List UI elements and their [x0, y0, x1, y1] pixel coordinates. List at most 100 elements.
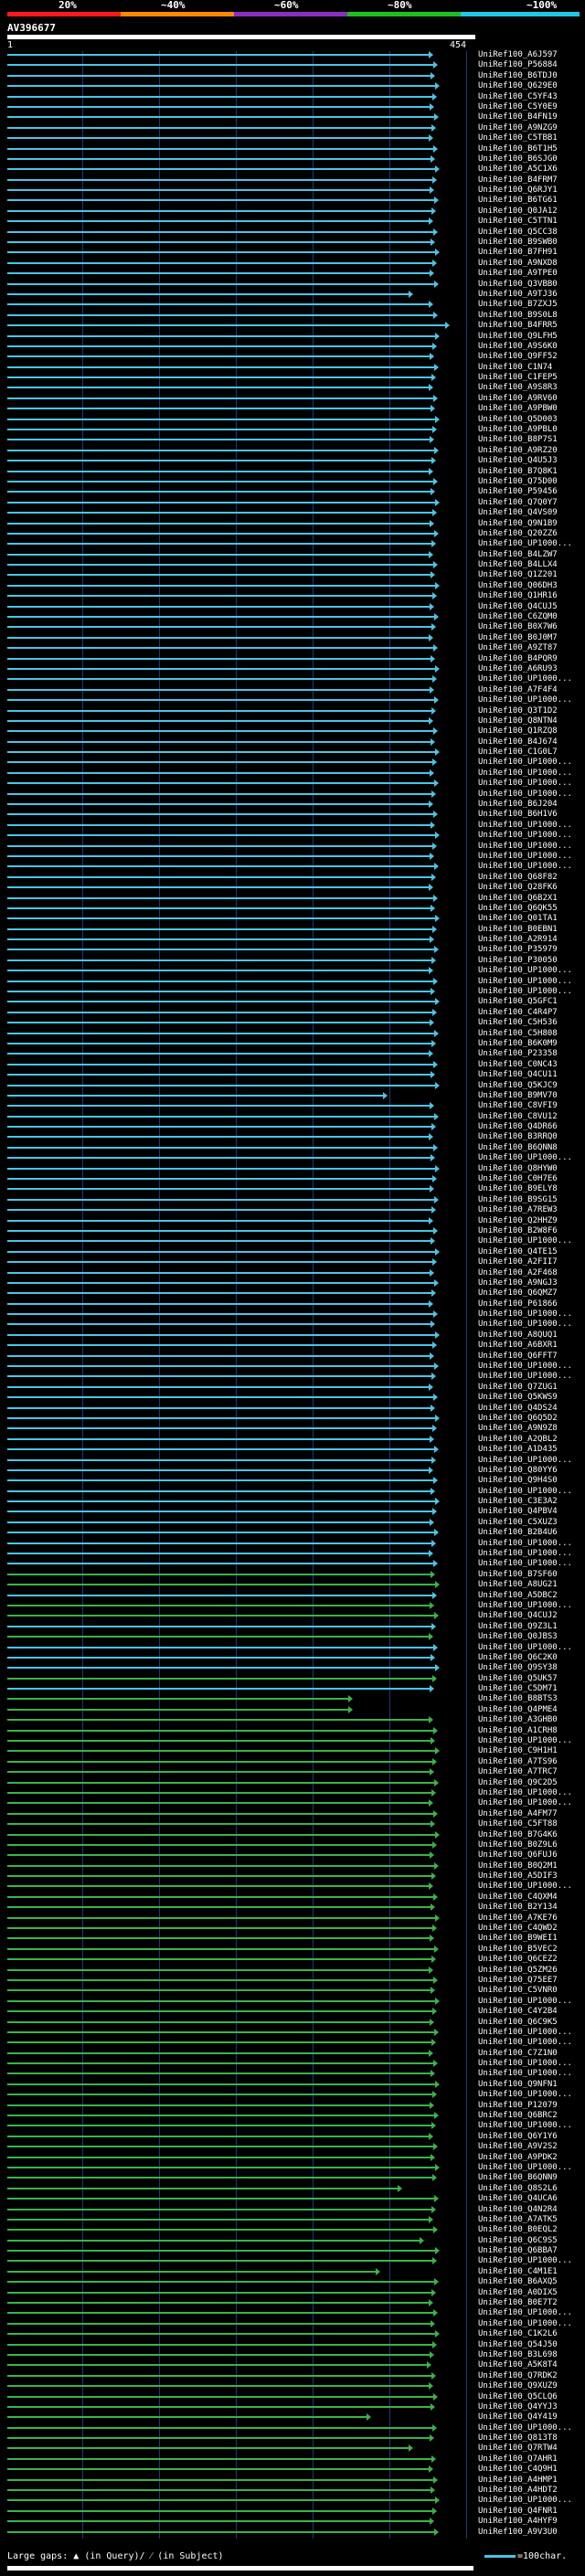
hit-row[interactable]: UniRef100_UP1000... — [0, 674, 585, 685]
hit-label[interactable]: UniRef100_UP1000... — [478, 769, 572, 778]
hit-label[interactable]: UniRef100_B4FRR5 — [478, 321, 558, 330]
hit-label[interactable]: UniRef100_A9RV60 — [478, 394, 558, 403]
hit-label[interactable]: UniRef100_B6H1V6 — [478, 810, 558, 819]
hit-row[interactable]: UniRef100_B7FH91 — [0, 248, 585, 259]
hit-label[interactable]: UniRef100_B4J674 — [478, 737, 558, 747]
hit-row[interactable]: UniRef100_C8VFI9 — [0, 1101, 585, 1112]
hit-label[interactable]: UniRef100_UP1000... — [478, 2319, 572, 2328]
hit-row[interactable]: UniRef100_B6QNN9 — [0, 2173, 585, 2184]
hit-label[interactable]: UniRef100_A4FM77 — [478, 1809, 558, 1818]
hit-label[interactable]: UniRef100_C6ZQM0 — [478, 612, 558, 621]
hit-label[interactable]: UniRef100_Q9N1B9 — [478, 519, 558, 528]
hit-label[interactable]: UniRef100_B9MV70 — [478, 1091, 558, 1100]
hit-label[interactable]: UniRef100_UP1000... — [478, 2496, 572, 2505]
hit-label[interactable]: UniRef100_C5VNR0 — [478, 1986, 558, 1995]
hit-label[interactable]: UniRef100_A9NGJ3 — [478, 1278, 558, 1288]
hit-row[interactable]: UniRef100_B6H1V6 — [0, 810, 585, 821]
hit-label[interactable]: UniRef100_C5XUZ3 — [478, 1518, 558, 1527]
hit-row[interactable]: UniRef100_A9ZT87 — [0, 643, 585, 654]
hit-label[interactable]: UniRef100_A7REW3 — [478, 1205, 558, 1214]
hit-label[interactable]: UniRef100_A9N9Z8 — [478, 1424, 558, 1433]
hit-label[interactable]: UniRef100_A9PBW0 — [478, 404, 558, 413]
hit-row[interactable]: UniRef100_Q4CUJ2 — [0, 1611, 585, 1622]
hit-label[interactable]: UniRef100_B2W8F6 — [478, 1226, 558, 1235]
hit-label[interactable]: UniRef100_A0DIX5 — [478, 2288, 558, 2297]
hit-row[interactable]: UniRef100_B6TG61 — [0, 196, 585, 207]
hit-label[interactable]: UniRef100_P61866 — [478, 1299, 558, 1309]
hit-label[interactable]: UniRef100_Q4N2R4 — [478, 2205, 558, 2214]
hit-label[interactable]: UniRef100_Q5KJC9 — [478, 1081, 558, 1090]
hit-label[interactable]: UniRef100_UP1000... — [478, 695, 572, 705]
hit-label[interactable]: UniRef100_B4LZW7 — [478, 550, 558, 559]
hit-label[interactable]: UniRef100_B7SF60 — [478, 1570, 558, 1579]
hit-label[interactable]: UniRef100_C5TTN1 — [478, 217, 558, 226]
hit-label[interactable]: UniRef100_Q0JA12 — [478, 207, 558, 216]
hit-label[interactable]: UniRef100_UP1000... — [478, 674, 572, 684]
hit-label[interactable]: UniRef100_Q629E0 — [478, 81, 558, 90]
hit-row[interactable]: UniRef100_UP1000... — [0, 1559, 585, 1570]
hit-label[interactable]: UniRef100_A5DIF3 — [478, 1871, 558, 1881]
hit-row[interactable]: UniRef100_UP1000... — [0, 1882, 585, 1892]
hit-label[interactable]: UniRef100_UP1000... — [478, 779, 572, 788]
hit-label[interactable]: UniRef100_UP1000... — [478, 2028, 572, 2037]
hit-label[interactable]: UniRef100_UP1000... — [478, 1788, 572, 1797]
hit-label[interactable]: UniRef100_Q4TE15 — [478, 1247, 558, 1256]
hit-label[interactable]: UniRef100_UP1000... — [478, 852, 572, 861]
hit-row[interactable]: UniRef100_A4HYF9 — [0, 2517, 585, 2528]
hit-label[interactable]: UniRef100_UP1000... — [478, 790, 572, 799]
hit-row[interactable]: UniRef100_Q4PBV4 — [0, 1507, 585, 1518]
hit-row[interactable]: UniRef100_B4FRR5 — [0, 321, 585, 332]
hit-row[interactable]: UniRef100_UP1000... — [0, 1153, 585, 1164]
hit-label[interactable]: UniRef100_A4HDT2 — [478, 2486, 558, 2495]
hit-label[interactable]: UniRef100_B7ZXJ5 — [478, 300, 558, 309]
hit-label[interactable]: UniRef100_P35979 — [478, 945, 558, 954]
hit-label[interactable]: UniRef100_UP1000... — [478, 2163, 572, 2172]
hit-label[interactable]: UniRef100_Q6C2K0 — [478, 1653, 558, 1662]
hit-label[interactable]: UniRef100_B0Z9L6 — [478, 1840, 558, 1850]
hit-label[interactable]: UniRef100_Q4PME4 — [478, 1705, 558, 1714]
hit-row[interactable]: UniRef100_Q4CU11 — [0, 1070, 585, 1081]
hit-label[interactable]: UniRef100_UP1000... — [478, 1372, 572, 1381]
hit-label[interactable]: UniRef100_A9V2S2 — [478, 2142, 558, 2151]
hit-label[interactable]: UniRef100_B4FN19 — [478, 112, 558, 122]
hit-label[interactable]: UniRef100_UP1000... — [478, 1559, 572, 1568]
hit-row[interactable]: UniRef100_UP1000... — [0, 2069, 585, 2080]
hit-label[interactable]: UniRef100_A6J597 — [478, 50, 558, 59]
hit-row[interactable]: UniRef100_A9PBW0 — [0, 404, 585, 415]
hit-label[interactable]: UniRef100_Q8S2L6 — [478, 2184, 558, 2193]
hit-label[interactable]: UniRef100_Q28FK6 — [478, 883, 558, 892]
hit-row[interactable]: UniRef100_A7TRC7 — [0, 1767, 585, 1778]
hit-label[interactable]: UniRef100_Q0JBS3 — [478, 1632, 558, 1641]
hit-label[interactable]: UniRef100_C9H1H1 — [478, 1746, 558, 1755]
hit-label[interactable]: UniRef100_Q5GFC1 — [478, 997, 558, 1006]
hit-label[interactable]: UniRef100_UP1000... — [478, 1736, 572, 1745]
hit-label[interactable]: UniRef100_UP1000... — [478, 1456, 572, 1465]
hit-row[interactable]: UniRef100_A2FII7 — [0, 1257, 585, 1268]
hit-label[interactable]: UniRef100_P56884 — [478, 60, 558, 69]
hit-label[interactable]: UniRef100_B9SWB0 — [478, 238, 558, 247]
hit-row[interactable]: UniRef100_A3GHB0 — [0, 1715, 585, 1726]
hit-row[interactable]: UniRef100_C5FT88 — [0, 1819, 585, 1830]
hit-label[interactable]: UniRef100_Q6BBA7 — [478, 2246, 558, 2255]
hit-label[interactable]: UniRef100_Q4DS24 — [478, 1404, 558, 1413]
hit-row[interactable]: UniRef100_Q28FK6 — [0, 883, 585, 894]
hit-label[interactable]: UniRef100_B4PQR9 — [478, 654, 558, 663]
hit-row[interactable]: UniRef100_UP1000... — [0, 2256, 585, 2267]
hit-label[interactable]: UniRef100_B6AXQ5 — [478, 2277, 558, 2286]
hit-label[interactable]: UniRef100_B4FRM7 — [478, 175, 558, 185]
hit-row[interactable]: UniRef100_P59456 — [0, 487, 585, 498]
hit-label[interactable]: UniRef100_C0H7E6 — [478, 1174, 558, 1183]
hit-label[interactable]: UniRef100_UP1000... — [478, 1997, 572, 2006]
hit-label[interactable]: UniRef100_B7Q8K1 — [478, 467, 558, 476]
hit-label[interactable]: UniRef100_A9S8R3 — [478, 383, 558, 392]
hit-label[interactable]: UniRef100_A4HYF9 — [478, 2517, 558, 2526]
hit-row[interactable]: UniRef100_B7ZXJ5 — [0, 300, 585, 311]
hit-row[interactable]: UniRef100_C5VNR0 — [0, 1986, 585, 1997]
hit-row[interactable]: UniRef100_A8UG21 — [0, 1580, 585, 1591]
hit-row[interactable]: UniRef100_A6BXR1 — [0, 1341, 585, 1352]
hit-label[interactable]: UniRef100_B6T1H5 — [478, 144, 558, 154]
hit-row[interactable]: UniRef100_C9H1H1 — [0, 1746, 585, 1757]
hit-row[interactable]: UniRef100_A1D435 — [0, 1445, 585, 1456]
hit-label[interactable]: UniRef100_Q8HYW0 — [478, 1164, 558, 1173]
hit-label[interactable]: UniRef100_Q9NFN1 — [478, 2080, 558, 2089]
